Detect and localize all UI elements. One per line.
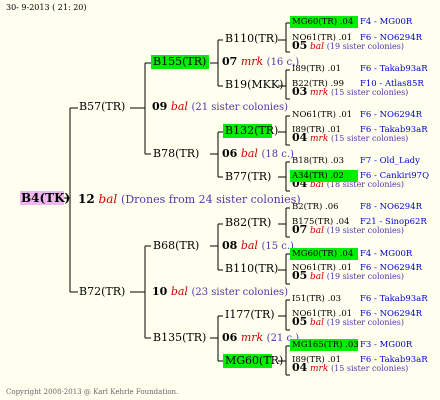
- g3-name-3[interactable]: B77(TR): [225, 171, 271, 182]
- g4-ref-7: F6 - Cankiri97Q: [360, 171, 430, 181]
- g4-ref-13: F6 - NO6294R: [360, 309, 423, 319]
- g3-tag-1: mrk: [310, 88, 329, 98]
- g4-ref-3: F10 - Atlas85R: [360, 79, 424, 89]
- g3-note-2: (15 sister colonies): [331, 134, 409, 143]
- g2-name-0[interactable]: B155(TR): [153, 56, 206, 67]
- g4-ref-1: F6 - NO6294R: [360, 33, 423, 43]
- g3-note-5: (19 sister colonies): [326, 272, 405, 281]
- g4-ref-12: F6 - Takab93aR: [360, 294, 428, 304]
- g1-note-1: (23 sister colonies): [191, 287, 289, 298]
- g3-tag-6: bal: [310, 318, 325, 328]
- g1-count-0: 09: [152, 100, 168, 113]
- g1-info-1: 10 bal (23 sister colonies): [152, 286, 288, 298]
- g4-ref-4: F6 - NO6294R: [360, 110, 423, 120]
- g4-ref-5: F6 - Takab93aR: [360, 125, 428, 135]
- g1-note-0: (21 sister colonies): [191, 102, 289, 113]
- g4-ref-15: F6 - Takab93aR: [360, 355, 428, 365]
- g3-note-0: (19 sister colonies): [326, 42, 405, 51]
- g1-tag-0: bal: [170, 100, 188, 113]
- g3-tag-5: bal: [310, 272, 325, 282]
- g3-name-7[interactable]: MG60(TR): [225, 355, 283, 366]
- g4-name-2[interactable]: I89(TR) .01: [292, 65, 341, 74]
- g3-tag-0: bal: [310, 42, 325, 52]
- g4-name-15[interactable]: I89(TR) .01: [292, 356, 341, 365]
- g3-name-1[interactable]: B19(MKK): [225, 79, 283, 90]
- g3-name-5[interactable]: B110(TR): [225, 263, 278, 274]
- g4-ref-14: F3 - MG00R: [360, 340, 413, 350]
- root-tag: bal: [98, 192, 118, 206]
- g4-ref-11: F6 - NO6294R: [360, 263, 423, 273]
- g1-name-0[interactable]: B57(TR): [79, 101, 125, 112]
- g1-name-1[interactable]: B72(TR): [79, 286, 125, 297]
- g3-tag-2: mrk: [310, 134, 329, 144]
- g3-name-4[interactable]: B82(TR): [225, 217, 271, 228]
- g4-name-9[interactable]: B175(TR) .04: [292, 218, 349, 227]
- g4-name-14[interactable]: MG165(TR) .03: [292, 341, 359, 350]
- g2-tag-2: bal: [240, 239, 258, 252]
- g4-name-7[interactable]: A34(TR) .02: [292, 172, 344, 181]
- g3-note-6: (19 sister colonies): [326, 318, 405, 327]
- g3-note-4: (19 sister colonies): [326, 226, 405, 235]
- g4-name-11[interactable]: NO61(TR) .01: [292, 264, 352, 273]
- g2-tag-0: mrk: [240, 55, 264, 68]
- g4-ref-6: F7 - Old_Lady: [360, 156, 420, 166]
- copyright-footer: Copyright 2008-2013 @ Karl Kehrle Founda…: [6, 388, 179, 396]
- g4-ref-0: F4 - MG00R: [360, 17, 413, 27]
- g2-tag-3: mrk: [240, 331, 264, 344]
- g4-ref-10: F4 - MG00R: [360, 249, 413, 259]
- g1-info-0: 09 bal (21 sister colonies): [152, 101, 288, 113]
- g3-tag-7: mrk: [310, 364, 329, 374]
- g2-tag-1: bal: [240, 147, 258, 160]
- g4-name-12[interactable]: I51(TR) .03: [292, 295, 341, 304]
- g2-count-3: 06: [222, 331, 238, 344]
- g2-name-1[interactable]: B78(TR): [153, 148, 199, 159]
- g4-ref-8: F8 - NO6294R: [360, 202, 423, 212]
- g2-name-3[interactable]: B135(TR): [153, 332, 206, 343]
- g3-name-6[interactable]: I177(TR): [225, 309, 275, 320]
- g4-name-4[interactable]: NO61(TR) .01: [292, 111, 352, 120]
- g2-count-2: 08: [222, 239, 238, 252]
- root-note: (Drones from 24 sister colonies): [121, 193, 301, 206]
- g2-info-2: 08 bal (15 c.): [222, 240, 294, 252]
- timestamp-header: 30- 9-2013 ( 21: 20): [6, 3, 87, 12]
- g4-name-13[interactable]: NO61(TR) .01: [292, 310, 352, 319]
- g2-note-1: (18 c.): [261, 149, 294, 160]
- g1-tag-1: bal: [170, 285, 188, 298]
- g4-name-1[interactable]: NO61(TR) .01: [292, 34, 352, 43]
- g2-count-1: 06: [222, 147, 238, 160]
- g4-name-8[interactable]: B2(TR) .06: [292, 203, 339, 212]
- root-info: 12 bal (Drones from 24 sister colonies): [78, 193, 301, 205]
- g3-note-7: (15 sister colonies): [331, 364, 409, 373]
- g4-name-5[interactable]: I89(TR) .01: [292, 126, 341, 135]
- g3-name-2[interactable]: B132(TR): [225, 125, 278, 136]
- g2-info-3: 06 mrk (21 c.): [222, 332, 299, 344]
- g3-tag-4: bal: [310, 226, 325, 236]
- g4-ref-9: F21 - Sinop62R: [360, 217, 427, 227]
- root-name[interactable]: B4(TK): [21, 192, 70, 204]
- g4-name-6[interactable]: B18(TR) .03: [292, 157, 344, 166]
- g3-note-1: (15 sister colonies): [331, 88, 409, 97]
- g4-name-3[interactable]: B22(TR) .99: [292, 80, 344, 89]
- g4-ref-2: F6 - Takab93aR: [360, 64, 428, 74]
- g2-info-0: 07 mrk (16 c.): [222, 56, 299, 68]
- root-count: 12: [78, 192, 95, 206]
- g2-name-2[interactable]: B68(TR): [153, 240, 199, 251]
- g4-name-10[interactable]: MG60(TR) .04: [292, 250, 353, 259]
- g1-count-1: 10: [152, 285, 168, 298]
- pedigree-canvas: 30- 9-2013 ( 21: 20) Copyright 2008-2013…: [0, 0, 440, 400]
- g2-info-1: 06 bal (18 c.): [222, 148, 294, 160]
- g2-count-0: 07: [222, 55, 238, 68]
- g3-name-0[interactable]: B110(TR): [225, 33, 278, 44]
- g4-name-0[interactable]: MG60(TR) .04: [292, 18, 353, 27]
